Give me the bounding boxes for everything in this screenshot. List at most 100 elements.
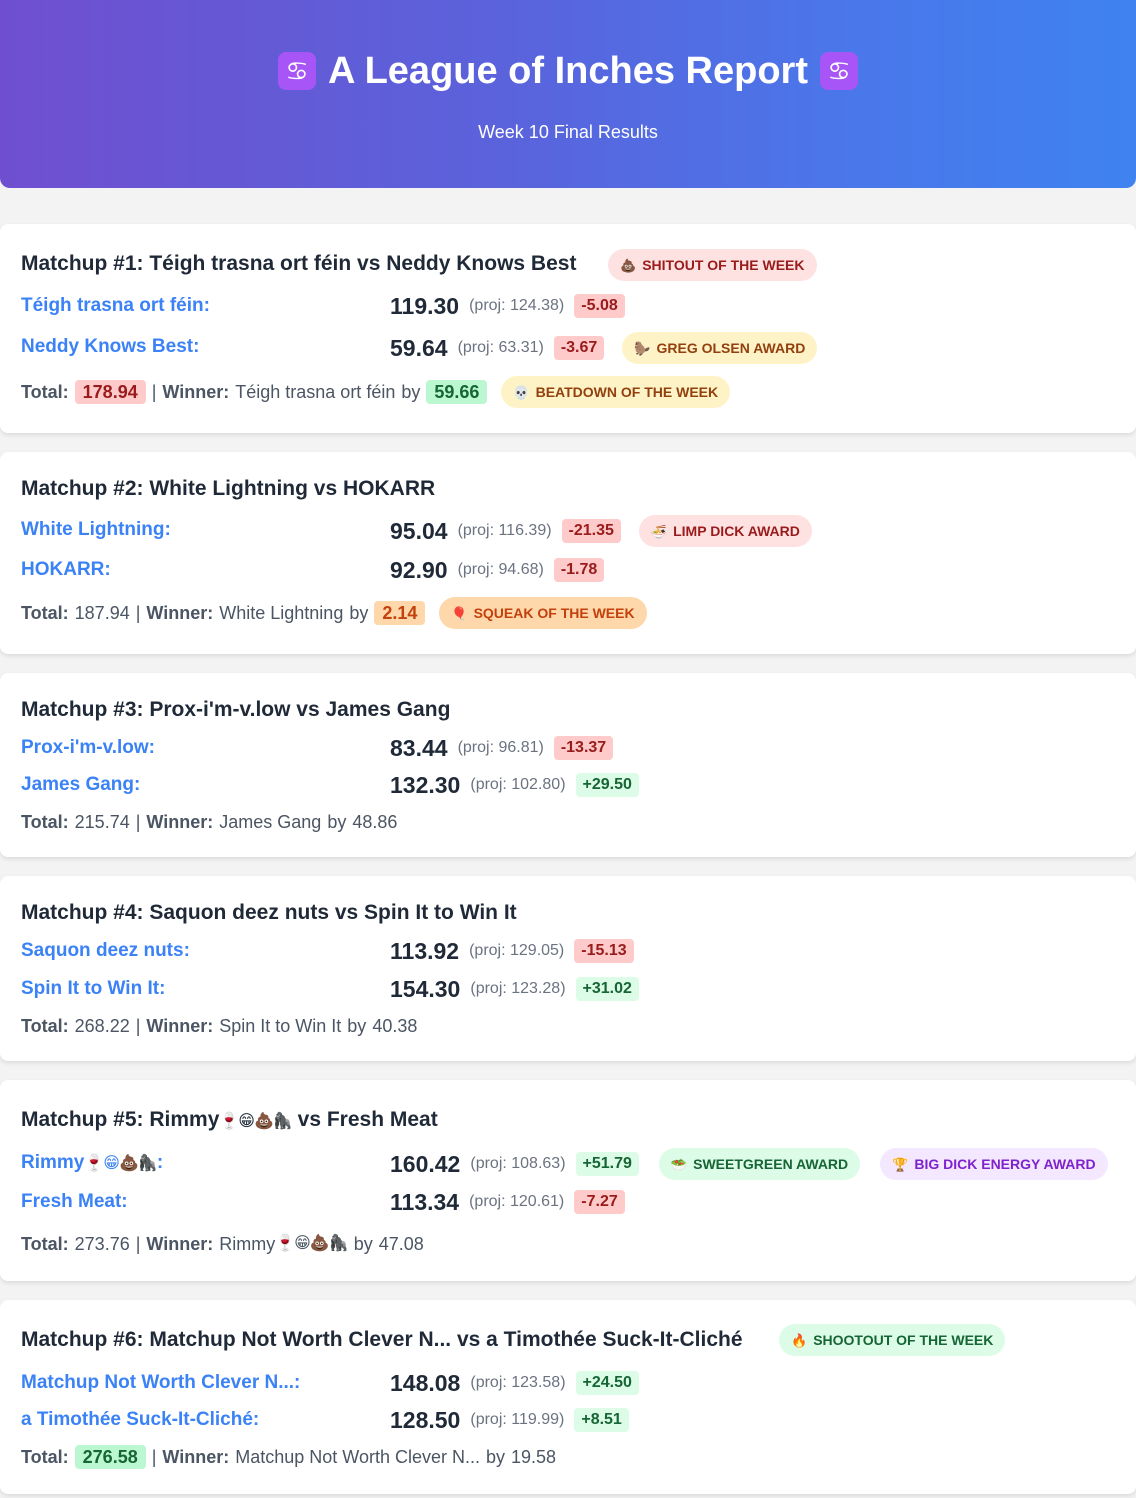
winner-label: Winner: <box>146 1234 214 1254</box>
total-score-badge: 178.94 <box>74 380 146 404</box>
matchup-summary: Total: 273.76 | Winner: Rimmy 🍷😁💩🦍 by 47… <box>21 1229 424 1259</box>
team-name[interactable]: White Lightning: <box>21 515 171 545</box>
team-score-group: 95.04 (proj: 116.39) -21.35 🍜 LIMP DICK … <box>390 515 812 547</box>
score-diff-badge: -21.35 <box>561 519 621 543</box>
team-score-group: 83.44 (proj: 96.81) -13.37 <box>390 733 614 763</box>
report-header: ♋ A League of Inches Report ♋ Week 10 Fi… <box>0 0 1136 188</box>
team-score-group: 128.50 (proj: 119.99) +8.51 <box>390 1405 629 1435</box>
winner-name: Téigh trasna ort féin <box>235 382 396 402</box>
matchup-summary: Total: 187.94 | Winner: White Lightning … <box>21 597 647 629</box>
team-projection: (proj: 129.05) <box>469 942 565 959</box>
big-dick-energy-award-badge: 🏆 BIG DICK ENERGY AWARD <box>880 1148 1108 1180</box>
team-row: Spin It to Win It: 154.30 (proj: 123.28)… <box>0 974 1136 1004</box>
shootout-award-badge: 🔥 SHOOTOUT OF THE WEEK <box>779 1324 1006 1356</box>
award-label: SWEETGREEN AWARD <box>693 1156 849 1172</box>
total-label: Total: <box>21 812 69 832</box>
team-score: 148.08 <box>390 1370 461 1396</box>
report-title: A League of Inches Report <box>328 50 808 92</box>
team-row: Prox-i'm-v.low: 83.44 (proj: 96.81) -13.… <box>0 733 1136 763</box>
by-label: by <box>353 1234 373 1254</box>
shitout-award-badge: 💩 SHITOUT OF THE WEEK <box>608 249 817 281</box>
beaver-icon: 🦫 <box>634 340 651 356</box>
matchup-card-3: Matchup #3: Prox-i'm-v.low vs James Gang… <box>0 673 1136 857</box>
matchup-title: Matchup #1: Téigh trasna ort féin vs Ned… <box>21 252 577 275</box>
team-row: Téigh trasna ort féin: 119.30 (proj: 124… <box>0 291 1136 321</box>
report-subtitle: Week 10 Final Results <box>478 122 658 142</box>
matchup-summary: Total: 215.74 | Winner: James Gang by 48… <box>21 807 397 837</box>
matchup-title-end: vs Fresh Meat <box>291 1108 438 1131</box>
score-diff-badge: -3.67 <box>553 336 605 360</box>
winner-name: Spin It to Win It <box>219 1016 342 1036</box>
matchup-card-2: Matchup #2: White Lightning vs HOKARR Wh… <box>0 452 1136 654</box>
team-score: 160.42 <box>390 1151 461 1177</box>
matchup-title: Matchup #4: Saquon deez nuts vs Spin It … <box>21 901 517 924</box>
score-diff-badge: -13.37 <box>553 736 614 760</box>
matchup-card-4: Matchup #4: Saquon deez nuts vs Spin It … <box>0 876 1136 1061</box>
separator: | <box>135 812 141 832</box>
total-score: 268.22 <box>74 1016 130 1036</box>
team-name[interactable]: HOKARR: <box>21 555 111 585</box>
separator: | <box>151 382 157 402</box>
fire-icon: 🔥 <box>791 1332 808 1348</box>
matchup-title: Matchup #6: Matchup Not Worth Clever N..… <box>21 1328 743 1351</box>
winner-name: Rimmy <box>219 1234 276 1254</box>
total-score: 187.94 <box>74 603 130 623</box>
team-projection: (proj: 120.61) <box>469 1193 565 1210</box>
matchup-title: Matchup #2: White Lightning vs HOKARR <box>21 477 436 500</box>
team-row: Neddy Knows Best: 59.64 (proj: 63.31) -3… <box>0 332 1136 364</box>
team-name[interactable]: Prox-i'm-v.low: <box>21 733 155 763</box>
team-score: 154.30 <box>390 976 461 1002</box>
team-row: Rimmy🍷😁💩🦍: 160.42 (proj: 108.63) +51.79 … <box>0 1148 1136 1180</box>
cancer-zodiac-icon: ♋ <box>820 52 858 90</box>
winner-label: Winner: <box>162 1447 230 1467</box>
team-projection: (proj: 116.39) <box>457 522 552 539</box>
team-name[interactable]: a Timothée Suck-It-Cliché: <box>21 1405 259 1435</box>
team-score: 128.50 <box>390 1407 461 1433</box>
by-label: by <box>347 1016 367 1036</box>
cancer-zodiac-icon: ♋ <box>278 52 316 90</box>
matchup-card-5: Matchup #5: Rimmy🍷😁💩🦍 vs Fresh Meat Rimm… <box>0 1080 1136 1281</box>
score-diff-badge: +29.50 <box>575 773 639 797</box>
team-name[interactable]: James Gang: <box>21 770 140 800</box>
squeak-award-badge: 🎈 SQUEAK OF THE WEEK <box>439 597 647 629</box>
total-score: 215.74 <box>74 812 130 832</box>
matchup-title: Matchup #3: Prox-i'm-v.low vs James Gang <box>21 698 451 721</box>
team-name[interactable]: Téigh trasna ort féin: <box>21 291 210 321</box>
team-projection: (proj: 63.31) <box>457 339 544 356</box>
score-diff-badge: -15.13 <box>574 939 634 963</box>
beatdown-award-badge: 💀 BEATDOWN OF THE WEEK <box>501 376 731 408</box>
team-score-group: 113.92 (proj: 129.05) -15.13 <box>390 936 634 966</box>
team-emoji: 🍷😁💩🦍 <box>275 1235 348 1252</box>
margin-badge: 2.14 <box>374 601 426 625</box>
team-emoji: 🍷😁💩🦍 <box>84 1155 157 1172</box>
separator: | <box>135 1234 141 1254</box>
winner-label: Winner: <box>146 812 214 832</box>
margin-value: 47.08 <box>378 1234 424 1254</box>
team-projection: (proj: 124.38) <box>469 297 565 314</box>
skull-icon: 💀 <box>513 384 530 400</box>
team-projection: (proj: 96.81) <box>457 739 544 756</box>
award-label: SHOOTOUT OF THE WEEK <box>813 1332 994 1348</box>
separator: | <box>135 1016 141 1036</box>
team-score-group: 160.42 (proj: 108.63) +51.79 🥗 SWEETGREE… <box>390 1148 1108 1180</box>
team-score-group: 92.90 (proj: 94.68) -1.78 <box>390 555 605 585</box>
team-projection: (proj: 102.80) <box>470 776 566 793</box>
team-name[interactable]: Rimmy🍷😁💩🦍: <box>21 1148 163 1179</box>
team-name[interactable]: Spin It to Win It: <box>21 974 165 1004</box>
team-name[interactable]: Matchup Not Worth Clever N...: <box>21 1368 300 1398</box>
sweetgreen-award-badge: 🥗 SWEETGREEN AWARD <box>658 1148 861 1180</box>
team-row: Matchup Not Worth Clever N...: 148.08 (p… <box>0 1368 1136 1398</box>
team-row: Fresh Meat: 113.34 (proj: 120.61) -7.27 <box>0 1187 1136 1217</box>
team-score: 92.90 <box>390 557 448 583</box>
total-label: Total: <box>21 1016 69 1036</box>
by-label: by <box>349 603 369 623</box>
team-name[interactable]: Neddy Knows Best: <box>21 332 199 362</box>
team-name[interactable]: Saquon deez nuts: <box>21 936 190 966</box>
team-score-group: 154.30 (proj: 123.28) +31.02 <box>390 974 639 1004</box>
by-label: by <box>401 382 421 402</box>
greg-olsen-award-badge: 🦫 GREG OLSEN AWARD <box>622 332 818 364</box>
team-name[interactable]: Fresh Meat: <box>21 1187 128 1217</box>
total-label: Total: <box>21 1447 69 1467</box>
score-diff-badge: +31.02 <box>575 977 639 1001</box>
team-row: James Gang: 132.30 (proj: 102.80) +29.50 <box>0 770 1136 800</box>
